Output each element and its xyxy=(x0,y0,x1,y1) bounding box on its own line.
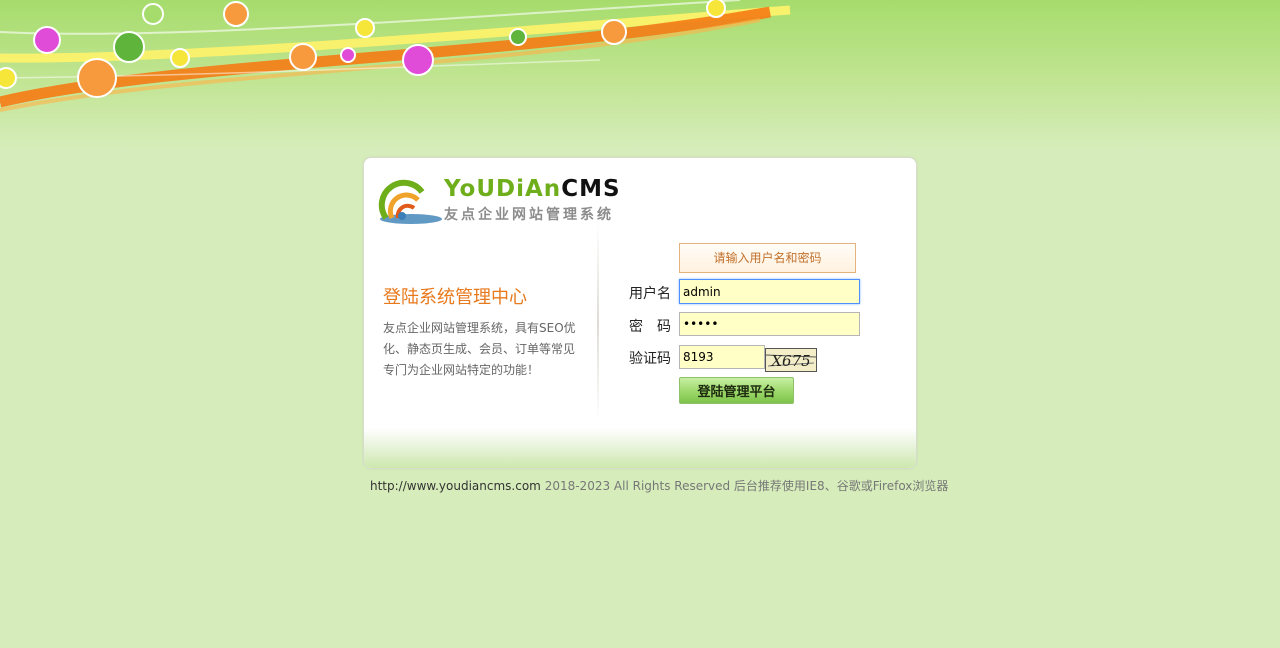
captcha-input[interactable] xyxy=(679,345,765,369)
login-card: YoUDiAnCMS 友点企业网站管理系统 登陆系统管理中心 友点企业网站管理系… xyxy=(363,157,917,469)
footer-url[interactable]: http://www.youdiancms.com xyxy=(370,479,541,493)
captcha-label: 验证码 xyxy=(629,351,671,367)
header-decoration xyxy=(0,0,791,112)
logo-subtitle: 友点企业网站管理系统 xyxy=(444,207,614,223)
logo-word-cms: CMS xyxy=(561,176,621,202)
login-hint: 请输入用户名和密码 xyxy=(679,243,856,273)
captcha-text: X675 xyxy=(770,352,810,370)
captcha-image[interactable]: X675 xyxy=(765,348,817,372)
logo-wordmark: YoUDiAnCMS 友点企业网站管理系统 xyxy=(444,178,621,224)
logo-icon xyxy=(378,179,442,224)
password-label: 密 码 xyxy=(629,319,671,335)
logo-word-dian: DiAn xyxy=(496,176,562,202)
card-footer-band xyxy=(364,428,916,468)
footer-copyright: 2018-2023 All Rights Reserved 后台推荐使用IE8、… xyxy=(544,479,949,493)
logo-word-you: YoU xyxy=(444,176,497,202)
username-input[interactable] xyxy=(679,279,860,304)
password-input[interactable] xyxy=(679,312,860,336)
login-submit-button[interactable]: 登陆管理平台 xyxy=(679,377,794,404)
vertical-divider xyxy=(597,223,599,423)
intro-title: 登陆系统管理中心 xyxy=(383,287,527,308)
username-label: 用户名 xyxy=(629,286,671,302)
footer: http://www.youdiancms.com 2018-2023 All … xyxy=(370,477,948,494)
intro-description: 友点企业网站管理系统，具有SEO优化、静态页生成、会员、订单等常见专门为企业网站… xyxy=(383,321,576,377)
